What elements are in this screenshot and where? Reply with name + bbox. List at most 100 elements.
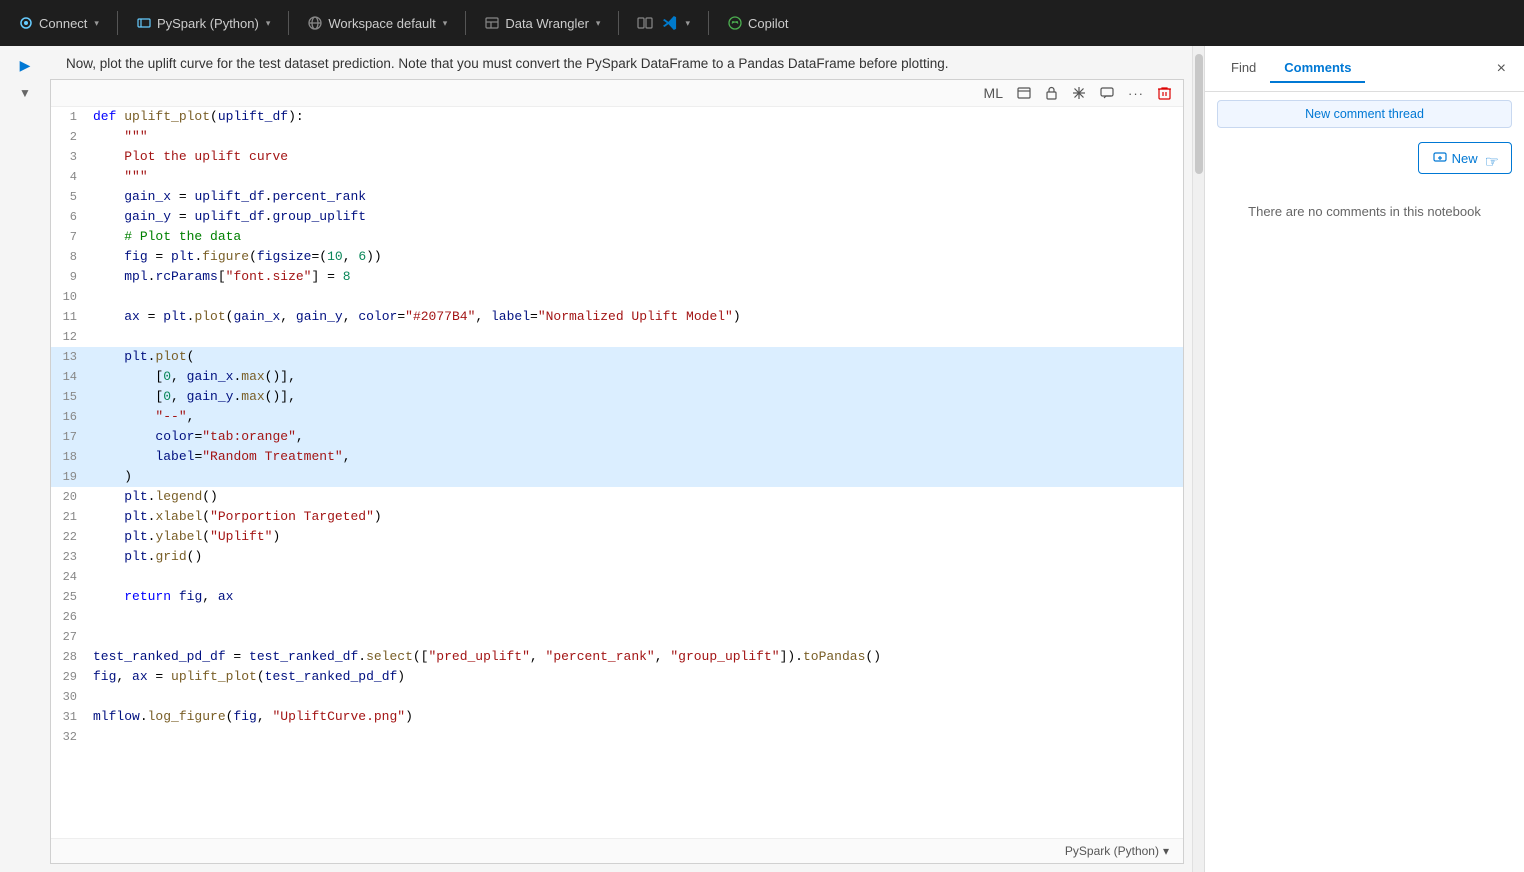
code-line-15: 15 [0, gain_y.max()], (51, 387, 1183, 407)
line-number: 9 (51, 267, 89, 286)
delete-icon (1158, 86, 1171, 100)
new-btn-label: New (1452, 151, 1478, 166)
code-line-22: 22 plt.ylabel("Uplift") (51, 527, 1183, 547)
code-line-14: 14 [0, gain_x.max()], (51, 367, 1183, 387)
right-panel-tabs: Find Comments (1217, 54, 1365, 83)
kernel-chevron: ▾ (1163, 844, 1169, 858)
line-content: plt.plot( (89, 347, 1183, 367)
code-line-23: 23 plt.grid() (51, 547, 1183, 567)
code-line-12: 12 (51, 327, 1183, 347)
line-number: 24 (51, 567, 89, 586)
vscode-chevron: ▾ (685, 18, 690, 29)
no-comments-text: There are no comments in this notebook (1248, 204, 1481, 219)
cursor-indicator: ☞ (1485, 152, 1499, 172)
connect-button[interactable]: Connect ▾ (8, 11, 109, 35)
scrollbar-track[interactable] (1192, 46, 1204, 872)
ellipsis-icon: ··· (1128, 86, 1144, 101)
workspace-chevron: ▾ (443, 18, 448, 29)
more-options-button[interactable]: ··· (1124, 84, 1148, 103)
line-content: test_ranked_pd_df = test_ranked_df.selec… (89, 647, 1183, 667)
datawrangler-chevron: ▾ (596, 18, 601, 29)
run-cell-button[interactable]: ▶ (14, 54, 36, 76)
line-number: 26 (51, 607, 89, 626)
line-number: 29 (51, 667, 89, 686)
code-line-32: 32 (51, 727, 1183, 747)
main-area: ▶ ▼ Now, plot the uplift curve for the t… (0, 46, 1524, 872)
line-content: label="Random Treatment", (89, 447, 1183, 467)
line-number: 25 (51, 587, 89, 606)
connect-icon (18, 15, 34, 31)
line-content: fig, ax = uplift_plot(test_ranked_pd_df) (89, 667, 1183, 687)
code-line-9: 9 mpl.rcParams["font.size"] = 8 (51, 267, 1183, 287)
datawrangler-button[interactable]: Data Wrangler ▾ (474, 11, 610, 35)
line-number: 10 (51, 287, 89, 306)
connect-label: Connect (39, 16, 87, 31)
code-line-21: 21 plt.xlabel("Porportion Targeted") (51, 507, 1183, 527)
split-button[interactable]: ▾ (627, 11, 700, 35)
new-comment-banner-text: New comment thread (1305, 107, 1424, 121)
scrollbar-thumb[interactable] (1195, 54, 1203, 174)
no-comments-message: There are no comments in this notebook (1205, 184, 1524, 239)
description-text: Now, plot the uplift curve for the test … (66, 56, 948, 71)
line-content: ax = plt.plot(gain_x, gain_y, color="#20… (89, 307, 1183, 327)
cell-footer: PySpark (Python) ▾ (51, 838, 1183, 863)
line-number: 21 (51, 507, 89, 526)
code-line-25: 25 return fig, ax (51, 587, 1183, 607)
line-number: 15 (51, 387, 89, 406)
topbar: Connect ▾ PySpark (Python) ▾ Workspace d… (0, 0, 1524, 46)
copilot-button[interactable]: Copilot (717, 11, 798, 35)
left-gutter: ▶ ▼ (0, 46, 50, 872)
kernel-chevron: ▾ (266, 18, 271, 29)
line-content: plt.ylabel("Uplift") (89, 527, 1183, 547)
line-content: plt.grid() (89, 547, 1183, 567)
code-cell: ML (50, 79, 1184, 864)
line-content: gain_y = uplift_df.group_uplift (89, 207, 1183, 227)
kernel-icon (136, 15, 152, 31)
topbar-sep3 (465, 11, 466, 35)
line-content: mpl.rcParams["font.size"] = 8 (89, 267, 1183, 287)
lock-icon (1045, 86, 1058, 100)
line-content: plt.legend() (89, 487, 1183, 507)
cell-toolbar: ML (51, 80, 1183, 107)
line-content: [0, gain_x.max()], (89, 367, 1183, 387)
code-line-18: 18 label="Random Treatment", (51, 447, 1183, 467)
ml-button[interactable]: ML (980, 83, 1007, 103)
code-mode-icon (1017, 86, 1031, 100)
kernel-button[interactable]: PySpark (Python) ▾ (126, 11, 280, 35)
vscode-icon (662, 15, 678, 31)
close-panel-button[interactable]: × (1491, 58, 1512, 80)
snowflake-button[interactable] (1068, 84, 1090, 102)
snowflake-icon (1072, 86, 1086, 100)
new-comment-button[interactable]: New ☞ (1418, 142, 1512, 174)
line-number: 7 (51, 227, 89, 246)
line-number: 17 (51, 427, 89, 446)
comment-icon (1100, 86, 1114, 100)
line-content: gain_x = uplift_df.percent_rank (89, 187, 1183, 207)
line-number: 8 (51, 247, 89, 266)
code-line-19: 19 ) (51, 467, 1183, 487)
line-number: 20 (51, 487, 89, 506)
line-content: return fig, ax (89, 587, 1183, 607)
line-number: 5 (51, 187, 89, 206)
lock-button[interactable] (1041, 84, 1062, 102)
workspace-label: Workspace default (328, 16, 435, 31)
line-number: 3 (51, 147, 89, 166)
collapse-button[interactable]: ▼ (14, 82, 36, 104)
kernel-badge[interactable]: PySpark (Python) ▾ (1059, 842, 1175, 860)
workspace-icon (307, 15, 323, 31)
topbar-sep2 (288, 11, 289, 35)
line-number: 11 (51, 307, 89, 326)
comment-button[interactable] (1096, 84, 1118, 102)
delete-cell-button[interactable] (1154, 84, 1175, 102)
code-line-6: 6 gain_y = uplift_df.group_uplift (51, 207, 1183, 227)
copilot-icon (727, 15, 743, 31)
line-content: color="tab:orange", (89, 427, 1183, 447)
tab-comments[interactable]: Comments (1270, 54, 1365, 83)
tab-find[interactable]: Find (1217, 54, 1270, 83)
line-content: mlflow.log_figure(fig, "UpliftCurve.png"… (89, 707, 1183, 727)
workspace-button[interactable]: Workspace default ▾ (297, 11, 457, 35)
code-mode-button[interactable] (1013, 84, 1035, 102)
ml-label: ML (984, 85, 1003, 101)
code-area[interactable]: 1def uplift_plot(uplift_df):2 """3 Plot … (51, 107, 1183, 838)
code-line-5: 5 gain_x = uplift_df.percent_rank (51, 187, 1183, 207)
